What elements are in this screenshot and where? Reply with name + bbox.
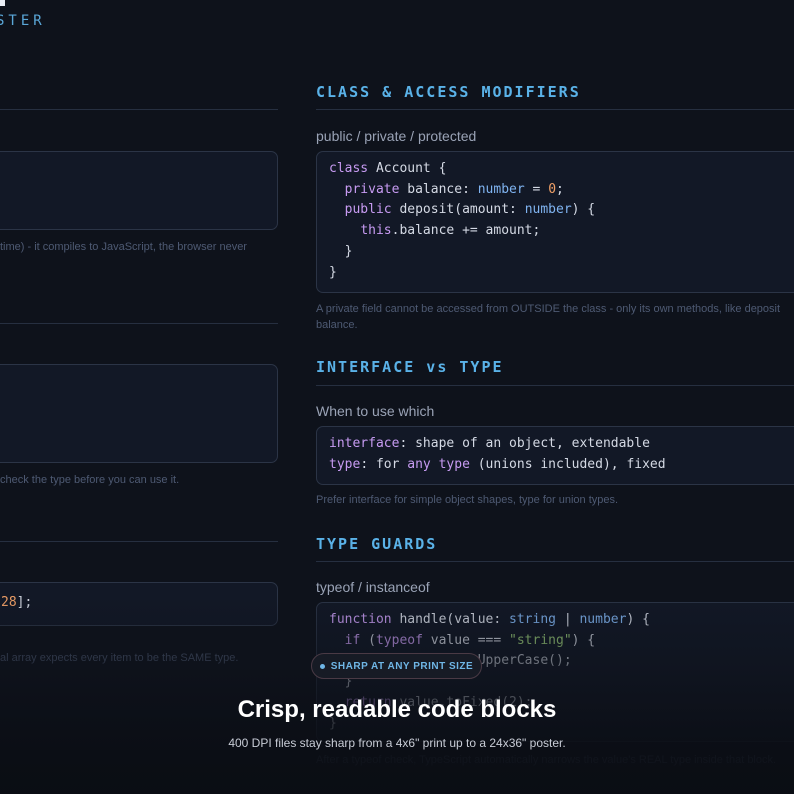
section-title-class: CLASS & ACCESS MODIFIERS bbox=[316, 83, 581, 101]
left-note-1: time) - it compiles to JavaScript, the b… bbox=[0, 241, 247, 253]
left-code-block-2 bbox=[0, 364, 278, 463]
caption: 400 DPI files stay sharp from a 4x6" pri… bbox=[228, 736, 566, 750]
section-title-guards: TYPE GUARDS bbox=[316, 535, 438, 553]
guards-subtitle: typeof / instanceof bbox=[316, 579, 430, 595]
left-code-block-3: 28]; bbox=[0, 582, 278, 626]
guards-note: After a typeof check, TypeScript automat… bbox=[316, 754, 777, 766]
left-code-block-1 bbox=[0, 151, 278, 230]
interface-note: Prefer interface for simple object shape… bbox=[316, 494, 619, 506]
poster-subtitle: STER bbox=[0, 13, 46, 29]
class-code-block: class Account { private balance: number … bbox=[316, 151, 794, 293]
class-subtitle: public / private / protected bbox=[316, 128, 477, 144]
headline: Crisp, readable code blocks bbox=[237, 696, 557, 723]
class-note-line2: balance. bbox=[316, 319, 358, 331]
left-code-tail: ]; bbox=[16, 595, 33, 610]
left-rule-1 bbox=[0, 109, 278, 110]
left-note-2: check the type before you can use it. bbox=[0, 474, 180, 486]
class-note-line1: A private field cannot be accessed from … bbox=[316, 303, 781, 315]
interface-subtitle: When to use which bbox=[316, 403, 435, 419]
left-rule-3 bbox=[0, 541, 278, 542]
guards-rule bbox=[316, 561, 794, 562]
poster-title-bar bbox=[0, 0, 5, 6]
left-note-3: al array expects every item to be the SA… bbox=[0, 652, 239, 664]
interface-code-block: interface: shape of an object, extendabl… bbox=[316, 426, 794, 485]
class-note: A private field cannot be accessed from … bbox=[316, 301, 780, 333]
class-rule bbox=[316, 109, 794, 110]
section-title-interface: INTERFACE vs TYPE bbox=[316, 358, 504, 376]
interface-rule bbox=[316, 385, 794, 386]
print-size-badge: SHARP AT ANY PRINT SIZE bbox=[311, 653, 482, 679]
badge-dot-icon bbox=[319, 663, 325, 669]
badge-label: SHARP AT ANY PRINT SIZE bbox=[330, 660, 474, 672]
left-code-number: 28 bbox=[1, 595, 17, 610]
left-rule-2 bbox=[0, 323, 278, 324]
